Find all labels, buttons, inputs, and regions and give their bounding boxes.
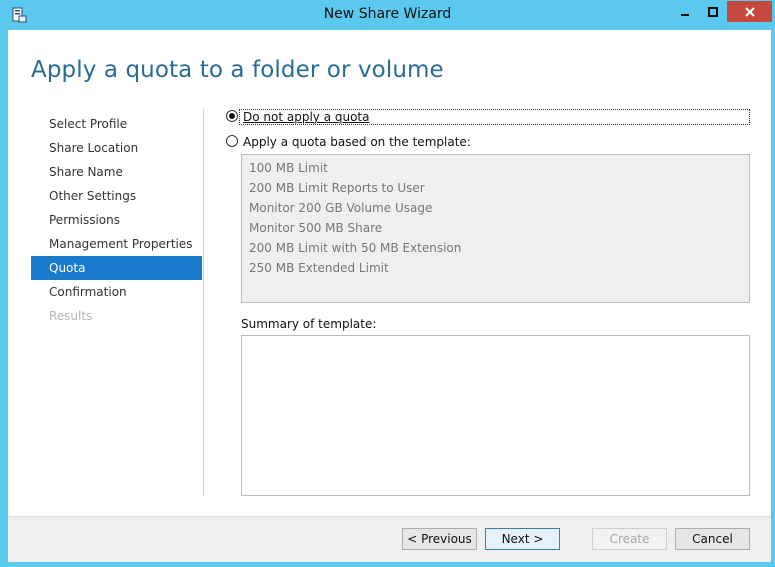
nav-item-confirmation[interactable]: Confirmation: [31, 280, 202, 304]
summary-label: Summary of template:: [241, 317, 377, 331]
template-quota-radio[interactable]: [226, 135, 238, 147]
title-bar[interactable]: New Share Wizard: [0, 0, 775, 30]
template-item[interactable]: 200 MB Limit Reports to User: [242, 178, 749, 198]
maximize-icon: [707, 6, 718, 17]
nav-item-quota[interactable]: Quota: [31, 256, 202, 280]
template-item[interactable]: 250 MB Extended Limit: [242, 258, 749, 278]
create-button: Create: [592, 528, 667, 550]
page-title: Apply a quota to a folder or volume: [31, 57, 444, 83]
cancel-button[interactable]: Cancel: [675, 528, 750, 550]
template-item[interactable]: Monitor 500 MB Share: [242, 218, 749, 238]
template-quota-label[interactable]: Apply a quota based on the template:: [243, 135, 471, 149]
close-icon: [744, 6, 755, 17]
template-item[interactable]: 200 MB Limit with 50 MB Extension: [242, 238, 749, 258]
nav-item-other-settings[interactable]: Other Settings: [31, 184, 202, 208]
maximize-button[interactable]: [699, 1, 726, 22]
previous-button[interactable]: < Previous: [402, 528, 477, 550]
wizard-body: Apply a quota to a folder or volume Sele…: [8, 30, 771, 562]
template-list[interactable]: 100 MB Limit 200 MB Limit Reports to Use…: [241, 154, 750, 303]
nav-divider: [203, 109, 204, 496]
nav-item-results: Results: [49, 309, 93, 323]
no-quota-label-text: Do not apply a quota: [243, 110, 370, 124]
wizard-footer: < Previous Next > Create Cancel: [8, 516, 771, 562]
nav-item-select-profile[interactable]: Select Profile: [31, 112, 202, 136]
wizard-steps-nav: Select Profile Share Location Share Name…: [31, 112, 202, 328]
no-quota-label[interactable]: Do not apply a quota: [243, 110, 370, 124]
window-title: New Share Wizard: [323, 6, 452, 22]
wizard-header: Apply a quota to a folder or volume: [8, 30, 771, 108]
minimize-button[interactable]: [671, 1, 698, 22]
close-button[interactable]: [727, 1, 772, 22]
nav-item-management-properties[interactable]: Management Properties: [31, 232, 202, 256]
nav-item-share-name[interactable]: Share Name: [31, 160, 202, 184]
template-item[interactable]: Monitor 200 GB Volume Usage: [242, 198, 749, 218]
no-quota-radio[interactable]: [226, 110, 238, 122]
template-item[interactable]: 100 MB Limit: [242, 158, 749, 178]
minimize-icon: [680, 13, 689, 16]
summary-textbox[interactable]: [241, 335, 750, 496]
next-button[interactable]: Next >: [485, 528, 560, 550]
wizard-window: New Share Wizard Apply a quota to a fold…: [0, 0, 775, 567]
nav-item-share-location[interactable]: Share Location: [31, 136, 202, 160]
nav-item-permissions[interactable]: Permissions: [31, 208, 202, 232]
